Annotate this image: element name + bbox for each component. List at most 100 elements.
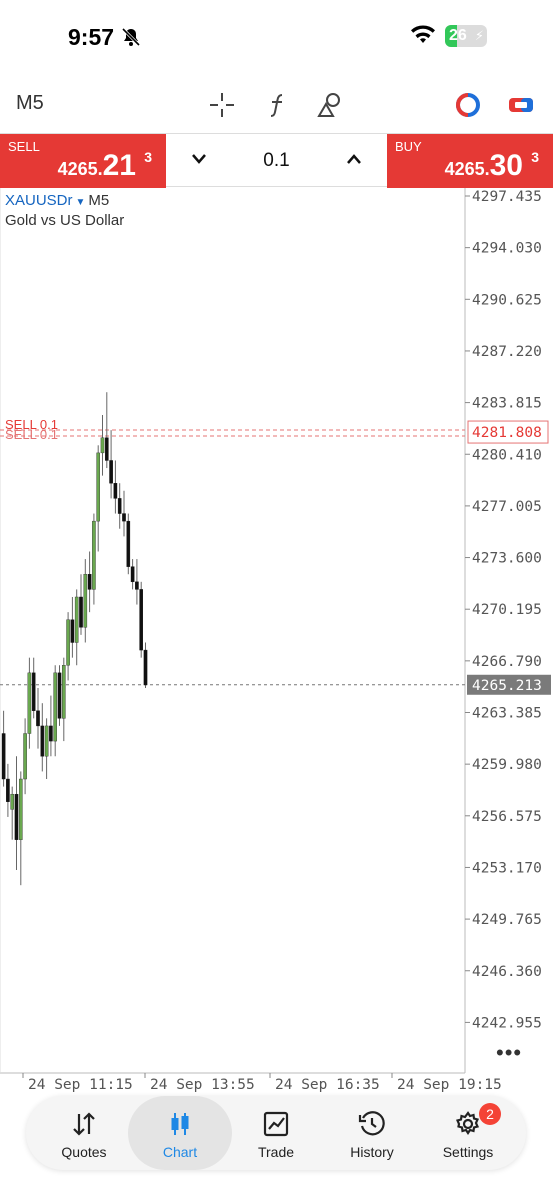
chart-symbol[interactable]: XAUUSDr ▼ M5: [5, 192, 109, 209]
bear-candle: [117, 498, 122, 514]
chart-candles-icon: [128, 1110, 232, 1138]
price-tick-label: 4256.575: [472, 809, 542, 825]
lot-increase-button[interactable]: [339, 144, 369, 174]
bull-candle: [10, 793, 15, 810]
chart-timeframe: M5: [88, 192, 110, 209]
bear-candle: [143, 649, 148, 686]
bull-candle: [19, 778, 23, 840]
price-tick-label: 4242.955: [472, 1015, 542, 1031]
price-tick-label: 4259.980: [472, 757, 542, 773]
bear-candle: [104, 437, 109, 461]
current-price-label: 4265.213: [472, 678, 542, 694]
bear-candle: [14, 793, 19, 840]
timeframe-button[interactable]: M5: [16, 92, 44, 115]
bull-candle: [74, 596, 79, 643]
bull-candle: [27, 672, 32, 734]
battery-level: 26: [449, 27, 467, 44]
bear-candle: [122, 513, 126, 522]
bear-candle: [79, 596, 83, 628]
price-tick-label: 4273.600: [472, 551, 542, 567]
clock: 9:57: [68, 24, 115, 50]
history-icon: [320, 1110, 424, 1138]
bear-candle: [135, 581, 139, 590]
battery-indicator: 26 ⚡: [445, 25, 487, 47]
bull-candle: [23, 733, 27, 780]
one-click-trade-bar: SELL 4265.21 3 0.1 BUY 4265.30 3: [0, 133, 553, 188]
price-tick-label: 4283.815: [472, 396, 542, 412]
bull-candle: [66, 619, 70, 666]
bear-candle: [109, 460, 113, 484]
sell-label: SELL: [8, 139, 40, 154]
more-options-icon[interactable]: •••: [496, 1040, 522, 1066]
bear-candle: [126, 520, 131, 567]
bear-candle: [139, 589, 144, 651]
nav-chart[interactable]: Chart: [128, 1096, 232, 1170]
chart-toolbar: M5: [0, 78, 553, 132]
price-tick-label: 4266.790: [472, 654, 542, 670]
nav-history-label: History: [350, 1144, 394, 1160]
nav-quotes[interactable]: Quotes: [32, 1096, 136, 1170]
bull-candle: [100, 437, 105, 454]
price-tick-label: 4294.030: [472, 241, 542, 257]
bear-candle: [36, 710, 40, 727]
bear-candle: [6, 778, 10, 802]
nav-settings[interactable]: Settings: [416, 1096, 520, 1170]
settings-notification-badge: 2: [479, 1103, 501, 1125]
price-tick-label: 4263.385: [472, 706, 542, 722]
buy-price-pips: 30: [489, 149, 523, 182]
bear-candle: [70, 619, 75, 643]
bear-candle: [57, 672, 62, 719]
charging-bolt-icon: ⚡: [474, 28, 484, 43]
price-tick-label: 4277.005: [472, 499, 542, 515]
time-tick-label: 24 Sep 16:35: [275, 1077, 380, 1093]
trade-icon: [224, 1110, 328, 1138]
time-tick-label: 24 Sep 13:55: [150, 1077, 255, 1093]
bull-candle: [92, 520, 96, 590]
crosshair-icon[interactable]: [207, 90, 237, 120]
price-chart[interactable]: 4297.435 4294.030 4290.625 4287.220 4283.815…: [0, 188, 553, 1098]
order-price-label: 4281.808: [472, 425, 542, 441]
bull-candle: [96, 452, 100, 522]
muted-bell-icon: [121, 27, 141, 52]
indicators-icon[interactable]: [262, 90, 292, 120]
bull-candle: [53, 672, 57, 742]
price-tick-label: 4297.435: [472, 189, 542, 205]
nav-trade[interactable]: Trade: [224, 1096, 328, 1170]
price-tick-label: 4280.410: [472, 447, 542, 463]
objects-icon[interactable]: [315, 90, 345, 120]
nav-settings-label: Settings: [442, 1144, 494, 1160]
symbol-description: Gold vs US Dollar: [5, 212, 125, 229]
price-tick-label: 4253.170: [472, 860, 542, 876]
lot-size-stepper: 0.1: [166, 134, 387, 188]
bear-candle: [130, 566, 135, 583]
bear-candle: [1, 733, 6, 780]
wifi-icon: [409, 25, 437, 50]
sell-price-pips: 21: [102, 149, 136, 182]
nav-history[interactable]: History: [320, 1096, 424, 1170]
bear-candle: [40, 725, 45, 757]
chevron-up-icon: [347, 154, 361, 164]
nav-chart-label: Chart: [162, 1144, 198, 1160]
buy-button[interactable]: BUY 4265.30 3: [387, 134, 553, 188]
sell-price-main: 4265.: [57, 159, 103, 179]
one-click-trading-icon[interactable]: [453, 90, 483, 120]
bull-candle: [83, 574, 88, 628]
bear-candle: [113, 483, 118, 499]
time-tick-label: 24 Sep 19:15: [397, 1077, 502, 1093]
order-line-label-shadow: SELL 0.1: [5, 427, 58, 442]
buy-price: 4265.30 3: [444, 149, 539, 183]
bear-candle: [49, 725, 53, 742]
sell-button[interactable]: SELL 4265.21 3: [0, 134, 166, 188]
symbol-name: XAUUSDr: [5, 192, 73, 209]
trade-panel-toggle-icon[interactable]: [506, 90, 536, 120]
nav-trade-label: Trade: [257, 1144, 295, 1160]
price-tick-label: 4290.625: [472, 292, 542, 308]
sell-price-point: 3: [144, 149, 152, 165]
price-tick-label: 4287.220: [472, 344, 542, 360]
bear-candle: [87, 574, 92, 590]
nav-quotes-label: Quotes: [61, 1144, 107, 1160]
price-tick-label: 4270.195: [472, 602, 542, 618]
buy-price-main: 4265.: [444, 159, 490, 179]
price-tick-label: 4246.360: [472, 964, 542, 980]
status-bar: 9:57 26 ⚡: [0, 0, 553, 76]
